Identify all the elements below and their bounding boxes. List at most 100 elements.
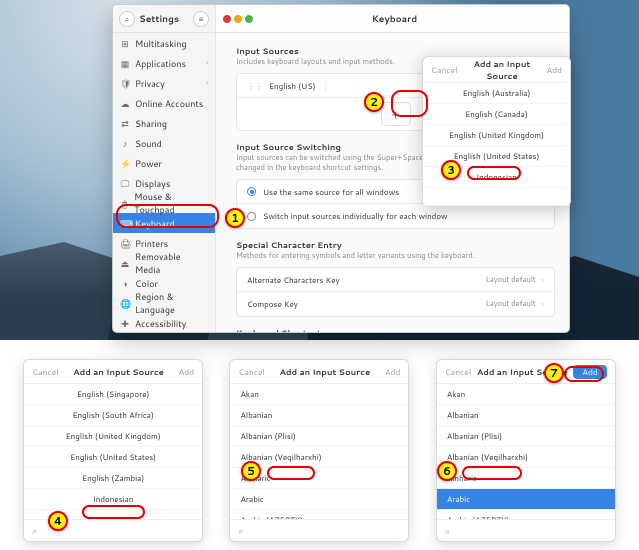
radio-same[interactable] [247,187,256,196]
highlight-arabic-6 [462,466,522,480]
sidebar-item-label: Displays [135,177,170,190]
sidebar-icon: ⚡ [120,157,130,170]
maximize-icon[interactable] [245,15,253,23]
drag-handle-icon[interactable]: ⋮⋮ [247,80,263,92]
close-icon[interactable] [223,15,231,23]
callout-4: 4 [48,511,68,531]
add-button[interactable]: Add [546,64,562,76]
special-desc: Methods for entering symbols and letter … [236,251,555,261]
list-item[interactable]: Albanian [437,405,615,426]
sidebar-icon: ◑ [120,277,130,290]
sidebar-item-label: Power [135,157,162,170]
list-item[interactable]: Arabic (AZERTY) [437,510,615,519]
settings-sidebar: ⌕ Settings ≡ ⊞ Multitasking ▦ Applications ›… [113,5,216,332]
list-item[interactable]: English (United Kingdom) [24,426,202,447]
page-title: Keyboard [260,12,529,25]
sidebar-item-label: Sound [135,137,162,150]
sidebar-item-label: Accessibility [135,317,186,330]
sidebar-icon: 🖨 [120,237,130,250]
sidebar-icon: ⇄ [120,117,130,130]
sidebar-icon: 🌐 [120,297,130,310]
sidebar-item-label: Privacy [135,77,165,90]
settings-title: Settings [139,12,189,25]
sidebar-icon: 🛡 [120,77,130,90]
minimize-icon[interactable] [234,15,242,23]
callout-3: 3 [441,160,461,180]
sidebar-icon: ♪ [120,137,130,150]
list-item[interactable]: Albanian [230,405,408,426]
sidebar-icon: 🖵 [120,177,130,190]
alt-chars-row[interactable]: Alternate Characters Key Layout default … [237,268,554,292]
search-icon[interactable]: ⌕ [119,11,135,27]
chevron-right-icon: › [206,78,208,88]
window-controls[interactable] [216,15,260,23]
menu-icon[interactable]: ≡ [193,11,209,27]
sidebar-item-sound[interactable]: ♪ Sound [113,133,215,153]
add-input-source-popover: Cancel Add an Input Source Add English (… [422,56,571,207]
popover-title: Add an Input Source [59,366,179,378]
popover-item[interactable]: English (Australia) [423,83,570,104]
add-button[interactable]: Add [385,366,401,378]
list-item[interactable]: English (Singapore) [24,384,202,405]
main-header: Keyboard [216,5,569,33]
more-icon[interactable]: ⋮ [322,80,330,92]
sidebar-item-multitasking[interactable]: ⊞ Multitasking [113,33,215,53]
sidebar-item-label: Multitasking [135,37,187,50]
cancel-button[interactable]: Cancel [32,366,58,378]
chevron-right-icon: › [542,298,544,310]
popover-item-blank[interactable] [423,188,570,206]
cancel-button[interactable]: Cancel [431,64,457,76]
search-row[interactable]: ⌕ [230,519,408,541]
sidebar-item-label: Region & Language [135,290,208,316]
special-heading: Special Character Entry [236,239,555,251]
cancel-button[interactable]: Cancel [238,366,264,378]
cancel-button[interactable]: Cancel [445,366,471,378]
add-button[interactable]: Add [179,366,195,378]
sidebar-icon: ☁ [120,97,130,110]
panel-6-list: AkanAlbanianAlbanian (Plisi)Albanian (Ve… [437,384,615,519]
list-item[interactable]: Arabic [230,489,408,510]
search-row[interactable]: ⌕ [437,519,615,541]
list-item[interactable]: Albanian (Plisi) [230,426,408,447]
popover-title: Add an Input Source [265,366,385,378]
highlight-keyboard [116,204,219,228]
sidebar-item-label: Sharing [135,117,167,130]
sidebar-item-applications[interactable]: ▦Applications› [113,53,215,73]
sidebar-item-removable-media[interactable]: ⏏Removable Media [113,253,215,273]
list-item[interactable]: English (South Africa) [24,405,202,426]
sidebar-item-sharing[interactable]: ⇄ Sharing [113,113,215,133]
sidebar-item-online-accounts[interactable]: ☁Online Accounts [113,93,215,113]
sidebar-item-label: Color [135,277,158,290]
radio-each[interactable] [247,212,256,221]
popover-item[interactable]: English (United Kingdom) [423,125,570,146]
search-icon: ⌕ [238,524,243,537]
highlight-add-7 [564,366,604,382]
list-item[interactable]: Akan [437,384,615,405]
highlight-plus [391,90,428,117]
sidebar-item-privacy[interactable]: 🛡 Privacy › [113,73,215,93]
list-item[interactable]: English (Zambia) [24,468,202,489]
sidebar-item-power[interactable]: ⚡ Power [113,153,215,173]
sidebar-icon: ⏏ [120,257,130,270]
list-item[interactable]: Akan [230,384,408,405]
sidebar-item-label: Applications [135,57,186,70]
highlight-blank-row [467,166,521,180]
compose-key-row[interactable]: Compose Key Layout default › [237,292,554,316]
callout-7: 7 [544,363,564,383]
list-item[interactable]: Arabic (AZERTY) [230,510,408,519]
sidebar-list: ⊞ Multitasking ▦ Applications ›🛡 Privacy ›☁Onl… [113,33,215,332]
list-item[interactable]: English (United States) [24,447,202,468]
list-item[interactable]: Albanian (Veqilharxhi) [437,447,615,468]
list-item[interactable]: Albanian (Plisi) [437,426,615,447]
sidebar-item-region-language[interactable]: 🌐 Region & Language [113,293,215,313]
input-source-label: English (US) [269,80,316,92]
switch-each-option[interactable]: Switch input sources individually for ea… [237,204,554,228]
list-item[interactable]: Arabic [437,489,615,510]
callout-2: 2 [364,92,384,112]
popover-item[interactable]: English (Canada) [423,104,570,125]
sidebar-icon: ⊞ [120,37,130,50]
panel-5-list: AkanAlbanianAlbanian (Plisi)Albanian (Ve… [230,384,408,519]
sidebar-icon: ▦ [120,57,130,70]
callout-1: 1 [225,208,245,228]
panel-4-list: English (Singapore)English (South Africa… [24,384,202,519]
